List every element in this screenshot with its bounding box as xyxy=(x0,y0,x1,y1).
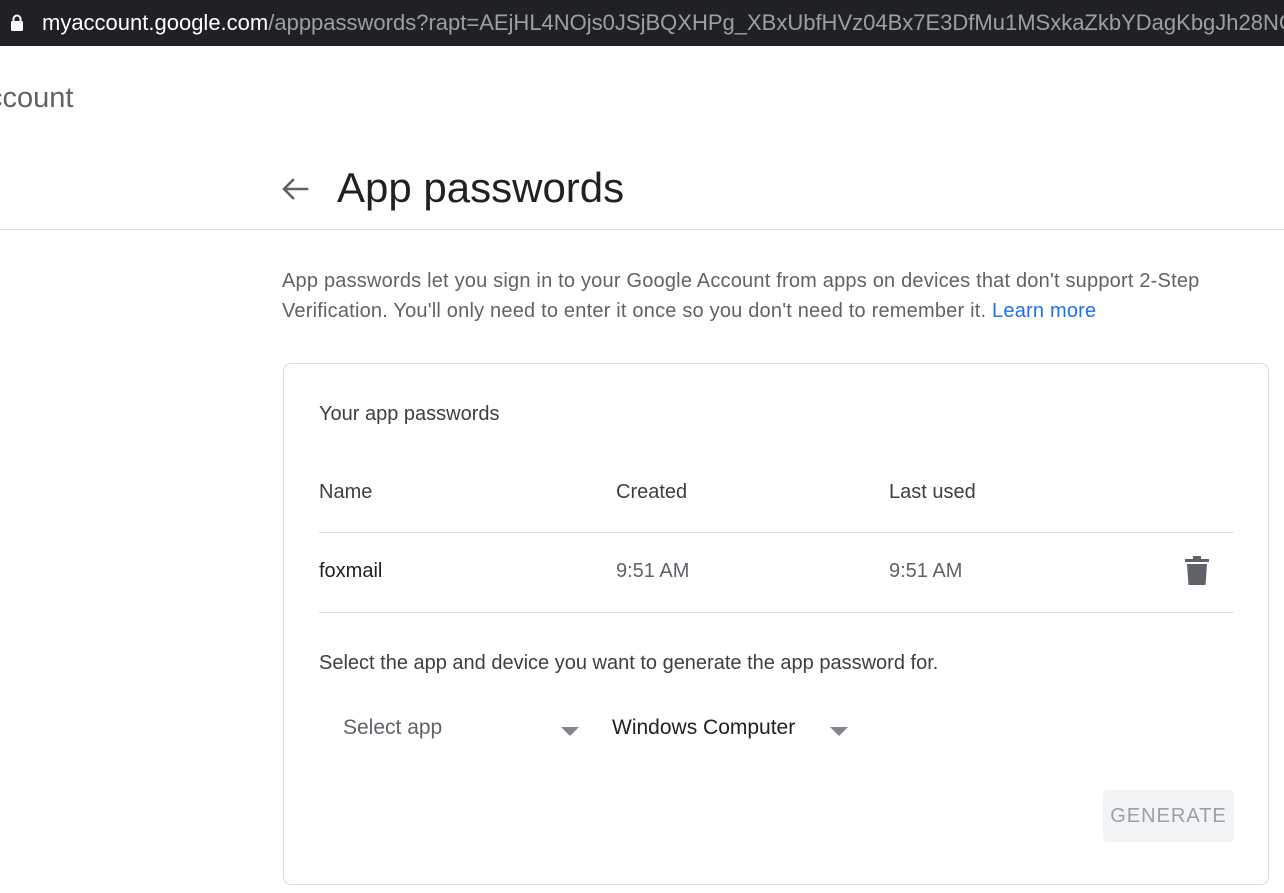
description: App passwords let you sign in to your Go… xyxy=(282,266,1277,326)
app-passwords-card: Your app passwords Name Created Last use… xyxy=(283,363,1269,885)
row-name: foxmail xyxy=(319,560,383,582)
select-app-dropdown[interactable]: Select app xyxy=(343,704,583,754)
row-last-used: 9:51 AM xyxy=(889,560,963,582)
url-path: /apppasswords?rapt=AEjHL4NOjs0JSjBQXHPg_… xyxy=(268,10,1284,35)
generate-button[interactable]: GENERATE xyxy=(1103,790,1234,842)
table-divider-bottom xyxy=(319,612,1234,613)
lock-icon xyxy=(11,14,23,31)
trash-icon[interactable] xyxy=(1184,556,1210,586)
arrow-back-icon[interactable] xyxy=(280,174,310,204)
header-divider xyxy=(0,229,1284,230)
select-device-dropdown[interactable]: Windows Computer xyxy=(612,704,852,754)
url-text[interactable]: myaccount.google.com/apppasswords?rapt=A… xyxy=(42,10,1284,36)
column-header-created: Created xyxy=(616,481,688,503)
learn-more-link[interactable]: Learn more xyxy=(992,300,1096,322)
page-title: App passwords xyxy=(337,164,625,211)
row-created: 9:51 AM xyxy=(616,560,690,582)
caret-down-icon xyxy=(830,727,848,736)
url-host: myaccount.google.com xyxy=(42,10,269,35)
select-app-label: Select app xyxy=(343,716,443,739)
caret-down-icon xyxy=(561,727,579,736)
select-prompt: Select the app and device you want to ge… xyxy=(319,652,939,674)
address-bar[interactable]: myaccount.google.com/apppasswords?rapt=A… xyxy=(0,0,1284,46)
card-heading: Your app passwords xyxy=(319,403,500,425)
account-brand-label: ccount xyxy=(0,82,74,114)
table-divider-top xyxy=(319,532,1234,533)
column-header-name: Name xyxy=(319,481,373,503)
column-header-last-used: Last used xyxy=(889,481,976,503)
select-device-label: Windows Computer xyxy=(612,716,796,739)
